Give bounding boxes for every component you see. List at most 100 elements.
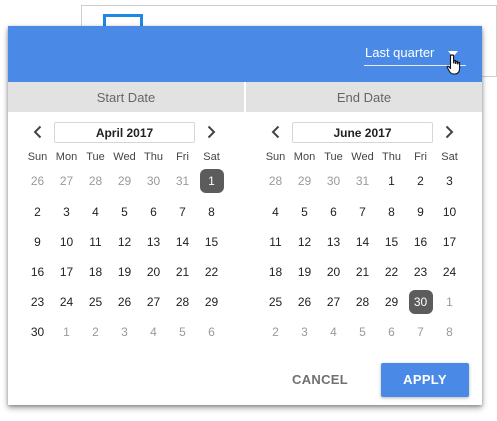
day-cell[interactable]: 6: [197, 317, 226, 347]
day-cell[interactable]: 4: [261, 197, 290, 227]
start-month-select[interactable]: April 2017: [54, 122, 195, 143]
day-cell[interactable]: 10: [435, 197, 464, 227]
day-number: 29: [384, 295, 399, 309]
apply-button[interactable]: APPLY: [381, 363, 469, 397]
day-cell[interactable]: 18: [261, 257, 290, 287]
day-cell[interactable]: 6: [139, 197, 168, 227]
day-cell[interactable]: 26: [290, 287, 319, 317]
day-cell[interactable]: 12: [290, 227, 319, 257]
day-cell[interactable]: 11: [261, 227, 290, 257]
day-cell[interactable]: 19: [290, 257, 319, 287]
day-cell[interactable]: 22: [197, 257, 226, 287]
day-cell[interactable]: 7: [406, 317, 435, 347]
day-number: 27: [326, 295, 341, 309]
day-cell[interactable]: 28: [348, 287, 377, 317]
day-cell[interactable]: 17: [435, 227, 464, 257]
day-cell[interactable]: 29: [197, 287, 226, 317]
day-cell[interactable]: 13: [139, 227, 168, 257]
day-cell[interactable]: 25: [81, 287, 110, 317]
day-cell[interactable]: 29: [110, 167, 139, 194]
day-cell-selected[interactable]: 30: [406, 287, 435, 317]
day-cell[interactable]: 2: [261, 317, 290, 347]
day-cell[interactable]: 19: [110, 257, 139, 287]
day-cell[interactable]: 4: [139, 317, 168, 347]
day-cell[interactable]: 8: [377, 197, 406, 227]
day-number: 4: [92, 205, 99, 219]
day-cell[interactable]: 12: [110, 227, 139, 257]
day-cell[interactable]: 23: [23, 287, 52, 317]
day-cell[interactable]: 3: [435, 167, 464, 194]
day-cell[interactable]: 13: [319, 227, 348, 257]
day-cell[interactable]: 21: [348, 257, 377, 287]
day-cell[interactable]: 9: [23, 227, 52, 257]
day-cell[interactable]: 16: [406, 227, 435, 257]
day-cell[interactable]: 14: [168, 227, 197, 257]
day-cell[interactable]: 18: [81, 257, 110, 287]
day-cell[interactable]: 30: [319, 167, 348, 194]
chevron-left-icon[interactable]: [30, 124, 46, 140]
day-cell[interactable]: 28: [168, 287, 197, 317]
day-cell[interactable]: 26: [23, 167, 52, 194]
day-cell[interactable]: 2: [81, 317, 110, 347]
day-cell[interactable]: 23: [406, 257, 435, 287]
chevron-right-icon[interactable]: [441, 124, 457, 140]
day-cell[interactable]: 5: [290, 197, 319, 227]
day-cell[interactable]: 15: [377, 227, 406, 257]
day-cell-selected[interactable]: 1: [197, 167, 226, 194]
day-cell[interactable]: 31: [348, 167, 377, 194]
start-day-grid: 26 27 28 29 30 31 1 2 3 4 5 6 7 8 9 10 11 12 13 14 15 16 17 18 1…: [23, 167, 259, 347]
day-cell[interactable]: 26: [110, 287, 139, 317]
day-cell[interactable]: 6: [377, 317, 406, 347]
day-cell[interactable]: 3: [52, 197, 81, 227]
day-cell[interactable]: 31: [168, 167, 197, 194]
day-cell[interactable]: 3: [110, 317, 139, 347]
day-cell[interactable]: 25: [261, 287, 290, 317]
day-cell[interactable]: 30: [23, 317, 52, 347]
day-cell[interactable]: 7: [348, 197, 377, 227]
day-number: 3: [121, 325, 128, 339]
day-cell[interactable]: 15: [197, 227, 226, 257]
day-cell[interactable]: 22: [377, 257, 406, 287]
day-cell[interactable]: 28: [261, 167, 290, 194]
start-month-nav: April 2017: [23, 120, 259, 146]
end-month-select[interactable]: June 2017: [292, 122, 433, 143]
day-cell[interactable]: 8: [435, 317, 464, 347]
day-cell[interactable]: 27: [139, 287, 168, 317]
day-cell[interactable]: 16: [23, 257, 52, 287]
day-cell[interactable]: 9: [406, 197, 435, 227]
day-cell[interactable]: 21: [168, 257, 197, 287]
day-cell[interactable]: 10: [52, 227, 81, 257]
chevron-left-icon[interactable]: [268, 124, 284, 140]
day-cell[interactable]: 2: [23, 197, 52, 227]
day-cell[interactable]: 29: [377, 287, 406, 317]
day-cell[interactable]: 5: [110, 197, 139, 227]
day-cell[interactable]: 27: [52, 167, 81, 194]
day-cell[interactable]: 7: [168, 197, 197, 227]
day-cell[interactable]: 20: [319, 257, 348, 287]
day-cell[interactable]: 29: [290, 167, 319, 194]
day-cell[interactable]: 1: [52, 317, 81, 347]
day-cell[interactable]: 5: [348, 317, 377, 347]
day-cell[interactable]: 24: [435, 257, 464, 287]
chevron-right-icon[interactable]: [203, 124, 219, 140]
day-cell[interactable]: 30: [139, 167, 168, 194]
day-cell[interactable]: 2: [406, 167, 435, 194]
day-cell[interactable]: 27: [319, 287, 348, 317]
day-cell[interactable]: 1: [377, 167, 406, 194]
day-cell[interactable]: 17: [52, 257, 81, 287]
day-cell[interactable]: 14: [348, 227, 377, 257]
day-cell[interactable]: 28: [81, 167, 110, 194]
day-cell[interactable]: 1: [435, 287, 464, 317]
day-cell[interactable]: 4: [81, 197, 110, 227]
day-cell[interactable]: 5: [168, 317, 197, 347]
day-cell[interactable]: 24: [52, 287, 81, 317]
day-cell[interactable]: 3: [290, 317, 319, 347]
day-cell[interactable]: 8: [197, 197, 226, 227]
end-day-grid: 28 29 30 31 1 2 3 4 5 6 7 8 9 10 11 12 13 14 15 16 17 18 19 20 2…: [261, 167, 497, 347]
day-cell[interactable]: 11: [81, 227, 110, 257]
day-number: 18: [268, 265, 283, 279]
day-cell[interactable]: 4: [319, 317, 348, 347]
cancel-button[interactable]: CANCEL: [284, 363, 356, 397]
day-cell[interactable]: 6: [319, 197, 348, 227]
day-cell[interactable]: 20: [139, 257, 168, 287]
